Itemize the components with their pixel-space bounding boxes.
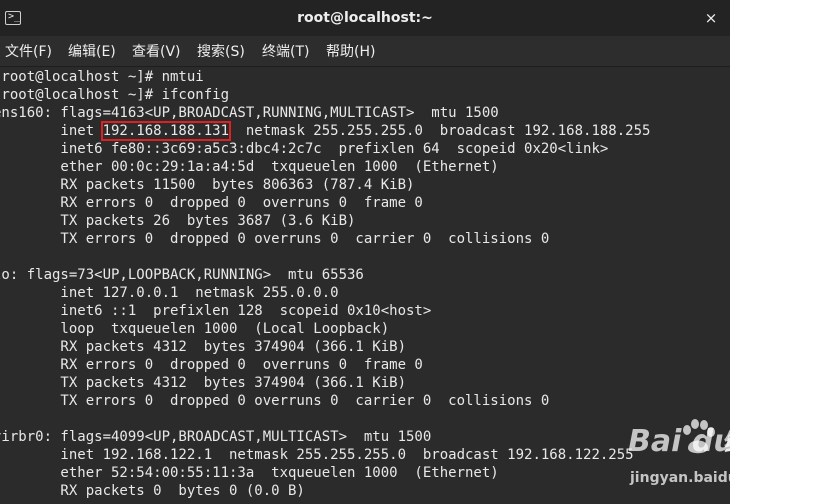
terminal-line: inet 192.168.122.1 netmask 255.255.255.0… — [0, 447, 634, 463]
terminal-line: RX errors 0 dropped 0 overruns 0 frame 0 — [0, 357, 423, 373]
watermark-url: jingyan.baidu.com — [630, 470, 776, 486]
menu-search[interactable]: 搜索(S) — [197, 42, 245, 62]
terminal-line: ether 52:54:00:55:11:3a txqueuelen 1000 … — [0, 465, 499, 481]
terminal-line: loop txqueuelen 1000 (Local Loopback) — [0, 321, 390, 337]
menu-bar: 文件(F) 编辑(E) 查看(V) 搜索(S) 终端(T) 帮助(H) — [0, 36, 730, 67]
watermark-brand: 经验 — [724, 429, 772, 457]
terminal-line: RX packets 0 bytes 0 (0.0 B) — [0, 483, 305, 499]
terminal-line: TX errors 0 dropped 0 overruns 0 carrier… — [0, 393, 550, 409]
terminal-line: ens160: flags=4163<UP,BROADCAST,RUNNING,… — [0, 105, 499, 121]
title-bar[interactable]: >_ root@localhost:~ × — [0, 0, 730, 36]
menu-view[interactable]: 查看(V) — [132, 42, 181, 62]
terminal-line: inet 192.168.188.131 netmask 255.255.255… — [0, 121, 651, 141]
menu-file[interactable]: 文件(F) — [5, 42, 52, 62]
menu-edit[interactable]: 编辑(E) — [68, 42, 116, 62]
paw-icon — [683, 419, 715, 454]
terminal-line: ether 00:0c:29:1a:a4:5d txqueuelen 1000 … — [0, 159, 499, 175]
menu-help[interactable]: 帮助(H) — [326, 42, 375, 62]
terminal-line: RX errors 0 dropped 0 overruns 0 frame 0 — [0, 195, 423, 211]
menu-terminal[interactable]: 终端(T) — [262, 42, 309, 62]
terminal-line: [root@localhost ~]# ifconfig — [0, 87, 230, 103]
terminal-line-suffix: netmask 255.255.255.0 broadcast 192.168.… — [229, 123, 651, 139]
terminal-line: lo: flags=73<UP,LOOPBACK,RUNNING> mtu 65… — [0, 267, 364, 283]
terminal-line: TX packets 26 bytes 3687 (3.6 KiB) — [0, 213, 356, 229]
terminal-line-prefix: inet — [0, 123, 103, 139]
close-button[interactable]: × — [700, 7, 722, 29]
terminal-line: virbr0: flags=4099<UP,BROADCAST,MULTICAS… — [0, 429, 432, 445]
terminal-line: inet6 ::1 prefixlen 128 scopeid 0x10<hos… — [0, 303, 432, 319]
terminal-line: RX packets 4312 bytes 374904 (366.1 KiB) — [0, 339, 407, 355]
highlighted-ip-address: 192.168.188.131 — [100, 121, 232, 141]
baidu-jingyan-watermark: Bai du 经验 jingyan.baidu.com — [620, 410, 819, 504]
terminal-line: TX packets 4312 bytes 374904 (366.1 KiB) — [0, 375, 407, 391]
terminal-line: inet 127.0.0.1 netmask 255.0.0.0 — [0, 285, 339, 301]
terminal-line: TX errors 0 dropped 0 overruns 0 carrier… — [0, 231, 550, 247]
terminal-line: RX packets 11500 bytes 806363 (787.4 KiB… — [0, 177, 415, 193]
terminal-line: [root@localhost ~]# nmtui — [0, 69, 204, 85]
window-title: root@localhost:~ — [297, 10, 433, 26]
terminal-line: inet6 fe80::3c69:a5c3:dbc4:2c7c prefixle… — [0, 141, 609, 157]
